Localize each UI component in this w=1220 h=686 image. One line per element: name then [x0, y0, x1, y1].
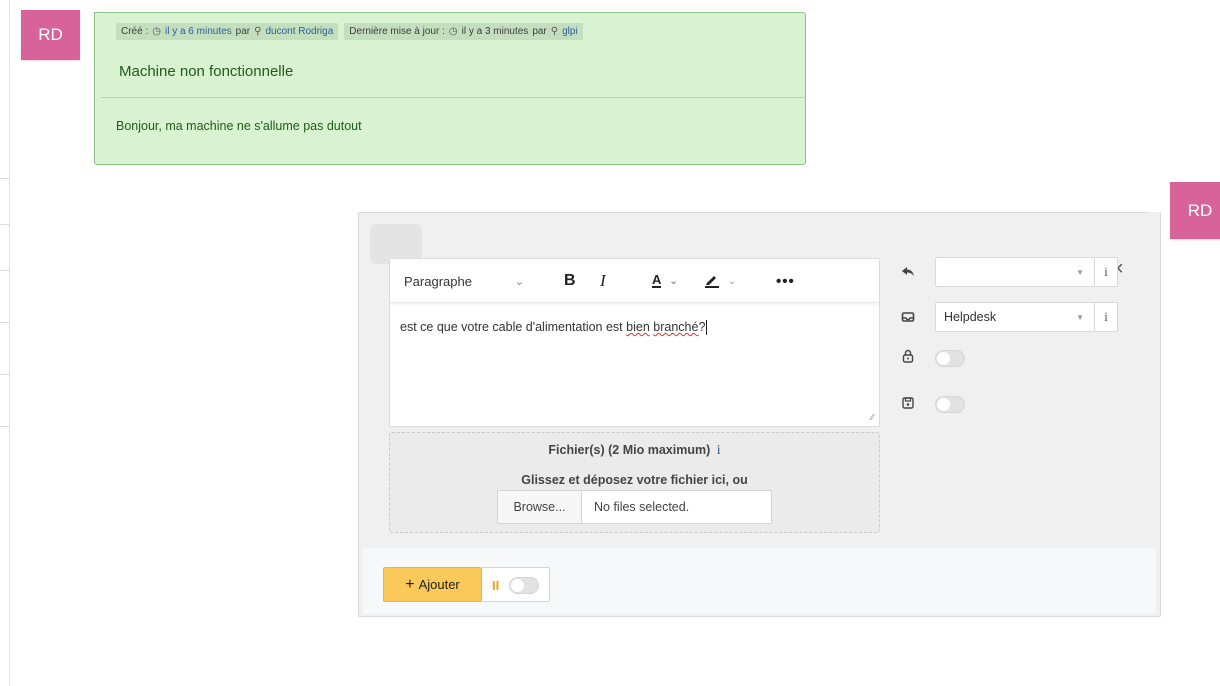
save-as-template-toggle[interactable]	[935, 396, 965, 413]
misspelled-word: branché	[653, 320, 699, 334]
panel-corner	[1148, 212, 1160, 224]
created-label: Créé :	[121, 26, 149, 37]
template-select[interactable]: ▼	[935, 257, 1095, 287]
timeline-tick	[0, 270, 10, 271]
plus-icon: +	[405, 575, 415, 593]
followup-meta: Créé : ◷ il y a 6 minutes par ⚲ ducont R…	[116, 23, 583, 40]
updated-label: Dernière mise à jour :	[349, 26, 445, 37]
timeline-tick	[0, 178, 10, 179]
text-caret	[706, 320, 708, 336]
dropdown-arrow-icon: ▼	[1076, 312, 1084, 322]
editor-toolbar: Paragraphe ⌄ B I A ⌄ ⌄ •••	[390, 259, 879, 303]
italic-button[interactable]: I	[600, 259, 606, 303]
rich-text-editor[interactable]: Paragraphe ⌄ B I A ⌄ ⌄ ••• est ce que vo…	[389, 258, 880, 427]
editor-content[interactable]: est ce que votre cable d'alimentation es…	[400, 320, 708, 336]
avatar[interactable]: RD	[21, 10, 80, 60]
pending-control: II	[482, 567, 550, 602]
updated-user-link[interactable]: glpi	[562, 26, 578, 37]
info-icon[interactable]: i	[717, 443, 721, 458]
updated-by-word: par	[532, 26, 547, 37]
upload-subtitle: Glissez et déposez votre fichier ici, ou	[521, 473, 748, 487]
font-color-button[interactable]: A ⌄	[652, 259, 678, 303]
file-input[interactable]: Browse... No files selected.	[497, 490, 772, 524]
card-corner-inner	[95, 13, 105, 23]
bold-button[interactable]: B	[564, 259, 576, 303]
more-options-button[interactable]: •••	[776, 259, 795, 303]
divider	[101, 97, 805, 98]
private-toggle[interactable]	[935, 350, 965, 367]
followup-body: Bonjour, ma machine ne s'allume pas duto…	[116, 119, 362, 133]
request-source-select[interactable]: Helpdesk ▼	[935, 302, 1095, 332]
save-icon	[900, 396, 916, 413]
updated-badge: Dernière mise à jour : ◷ il y a 3 minute…	[344, 23, 583, 40]
chevron-down-icon: ⌄	[669, 275, 678, 287]
followup-card: Créé : ◷ il y a 6 minutes par ⚲ ducont R…	[94, 12, 806, 165]
pending-toggle[interactable]	[509, 577, 539, 594]
request-source-value: Helpdesk	[944, 310, 997, 324]
lock-icon	[900, 349, 916, 366]
reply-icon	[900, 264, 916, 281]
upload-title-text: Fichier(s) (2 Mio maximum)	[548, 443, 711, 457]
paragraph-format-label: Paragraphe	[404, 273, 472, 289]
no-file-label: No files selected.	[594, 500, 690, 514]
dropdown-arrow-icon: ▼	[1076, 267, 1084, 277]
font-color-icon: A	[652, 272, 662, 288]
created-badge: Créé : ◷ il y a 6 minutes par ⚲ ducont R…	[116, 23, 339, 40]
misspelled-word: bien	[626, 320, 650, 334]
clock-icon: ◷	[448, 26, 458, 37]
clock-icon: ◷	[152, 26, 161, 37]
timeline-line	[9, 0, 10, 686]
inbox-icon	[900, 310, 916, 327]
highlight-color-button[interactable]: ⌄	[704, 259, 736, 303]
created-time[interactable]: il y a 6 minutes	[165, 26, 232, 37]
highlighter-icon	[704, 272, 720, 291]
editor-text-end: ?	[698, 320, 706, 334]
paragraph-format-select[interactable]: Paragraphe ⌄	[404, 259, 530, 303]
timeline-tick	[0, 224, 10, 225]
followup-title: Machine non fonctionnelle	[119, 63, 294, 80]
timeline-tick	[0, 426, 10, 427]
source-info-button[interactable]: i	[1095, 302, 1118, 332]
add-button-label: Ajouter	[418, 577, 460, 592]
timeline-tick	[0, 322, 10, 323]
chevron-down-icon: ⌄	[728, 275, 737, 287]
browse-button[interactable]: Browse...	[498, 491, 582, 523]
user-icon: ⚲	[254, 26, 262, 37]
add-button[interactable]: + Ajouter	[383, 567, 482, 602]
file-dropzone[interactable]: Fichier(s) (2 Mio maximum) i Glissez et …	[389, 432, 880, 533]
created-by-word: par	[235, 26, 251, 37]
created-user-link[interactable]: ducont Rodriga	[265, 26, 333, 37]
chevron-down-icon: ⌄	[514, 275, 524, 288]
resize-handle-icon[interactable]: ∕∕	[871, 412, 874, 422]
upload-title: Fichier(s) (2 Mio maximum) i	[390, 443, 879, 459]
user-icon: ⚲	[550, 26, 559, 37]
updated-time[interactable]: il y a 3 minutes	[462, 26, 529, 37]
avatar[interactable]: RD	[1170, 182, 1220, 239]
template-info-button[interactable]: i	[1095, 257, 1118, 287]
timeline-tick	[0, 374, 10, 375]
pause-icon: II	[492, 578, 500, 593]
editor-text-part: est ce que votre cable d'alimentation es…	[400, 320, 627, 334]
